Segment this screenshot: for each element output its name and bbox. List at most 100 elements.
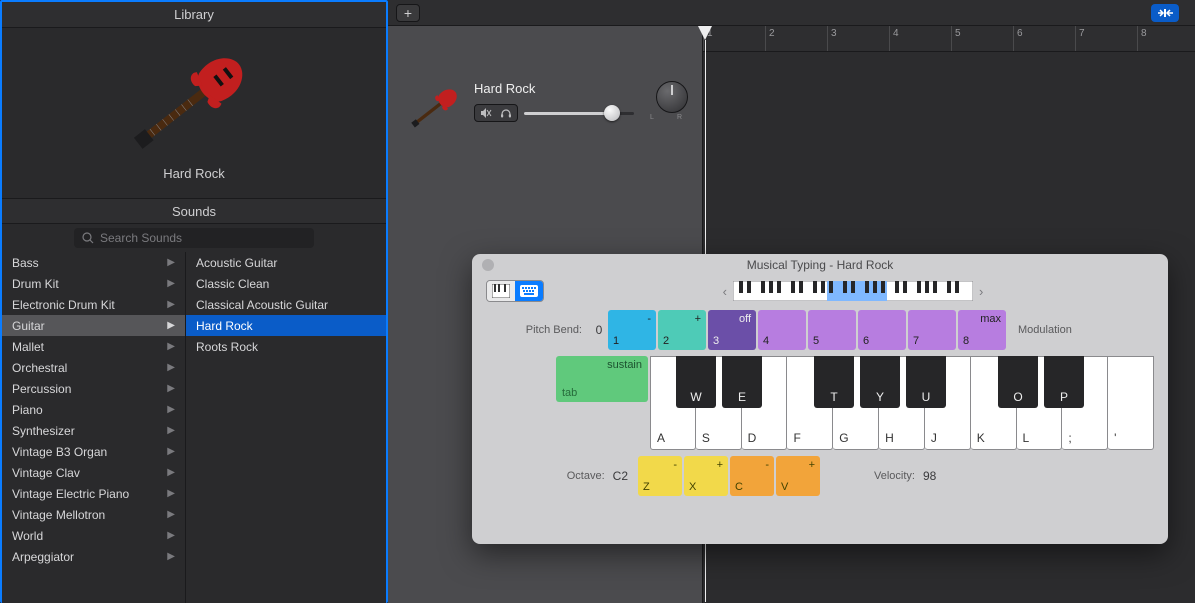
fn-key-c[interactable]: -C — [730, 456, 774, 496]
preset-item[interactable]: Hard Rock — [186, 315, 386, 336]
fn-key-x[interactable]: +X — [684, 456, 728, 496]
black-key[interactable]: O — [998, 356, 1038, 408]
region-filter-button[interactable] — [1151, 4, 1179, 22]
num-key-5[interactable]: 5 — [808, 310, 856, 350]
num-key-4[interactable]: 4 — [758, 310, 806, 350]
view-mode-segment[interactable] — [486, 280, 544, 302]
category-label: Orchestral — [12, 361, 67, 375]
num-key-2[interactable]: +2 — [658, 310, 706, 350]
search-icon — [82, 232, 94, 244]
category-item[interactable]: Piano▶ — [2, 399, 185, 420]
sounds-title: Sounds — [2, 198, 386, 224]
track-instrument-icon — [402, 72, 460, 130]
category-label: Percussion — [12, 382, 71, 396]
category-label: Drum Kit — [12, 277, 59, 291]
category-label: Synthesizer — [12, 424, 75, 438]
category-label: World — [12, 529, 43, 543]
modulation-label: Modulation — [1008, 310, 1088, 350]
pan-control[interactable]: LR — [650, 81, 688, 121]
pan-knob-icon — [656, 81, 688, 113]
black-key[interactable]: Y — [860, 356, 900, 408]
num-key-7[interactable]: 7 — [908, 310, 956, 350]
category-item[interactable]: Guitar▶ — [2, 315, 185, 336]
category-item[interactable]: World▶ — [2, 525, 185, 546]
chevron-right-icon: ▶ — [167, 383, 175, 394]
search-input[interactable]: Search Sounds — [74, 228, 314, 248]
playhead-icon[interactable] — [698, 26, 712, 40]
num-key-6[interactable]: 6 — [858, 310, 906, 350]
octave-label: Octave: — [567, 470, 605, 482]
close-button[interactable] — [482, 259, 494, 271]
category-item[interactable]: Mallet▶ — [2, 336, 185, 357]
black-key[interactable]: W — [676, 356, 716, 408]
timeline-ruler[interactable]: 12345678 — [703, 26, 1195, 52]
black-key[interactable]: T — [814, 356, 854, 408]
chevron-right-icon[interactable]: › — [979, 284, 983, 299]
chevron-left-icon[interactable]: ‹ — [723, 284, 727, 299]
musical-typing-titlebar[interactable]: Musical Typing - Hard Rock — [472, 254, 1168, 276]
black-key[interactable]: P — [1044, 356, 1084, 408]
category-item[interactable]: Electronic Drum Kit▶ — [2, 294, 185, 315]
fn-key-v[interactable]: +V — [776, 456, 820, 496]
ruler-tick: 8 — [1137, 26, 1147, 51]
musical-typing-title: Musical Typing - Hard Rock — [747, 258, 894, 272]
category-item[interactable]: Percussion ▶ — [2, 378, 185, 399]
library-panel: Library — [0, 0, 388, 603]
piano-icon — [492, 284, 510, 298]
velocity-label: Velocity: — [874, 470, 915, 482]
fn-key-z[interactable]: -Z — [638, 456, 682, 496]
category-item[interactable]: Vintage Clav▶ — [2, 462, 185, 483]
preset-item[interactable]: Classical Acoustic Guitar — [186, 294, 386, 315]
ruler-tick: 7 — [1075, 26, 1085, 51]
velocity-value: 98 — [923, 469, 936, 483]
catch-icon — [1156, 7, 1174, 19]
num-key-8[interactable]: max8 — [958, 310, 1006, 350]
category-item[interactable]: Vintage Mellotron ▶ — [2, 504, 185, 525]
category-label: Vintage Mellotron — [12, 508, 105, 522]
pitch-bend-zero: 0 — [592, 310, 606, 350]
chevron-right-icon: ▶ — [167, 320, 175, 331]
chevron-right-icon: ▶ — [167, 551, 175, 562]
category-item[interactable]: Orchestral▶ — [2, 357, 185, 378]
category-label: Bass — [12, 256, 39, 270]
ruler-tick: 3 — [827, 26, 837, 51]
chevron-right-icon: ▶ — [167, 278, 175, 289]
preset-item[interactable]: Acoustic Guitar — [186, 252, 386, 273]
keyboard-view-button[interactable] — [515, 281, 543, 301]
category-item[interactable]: Vintage B3 Organ▶ — [2, 441, 185, 462]
chevron-right-icon: ▶ — [167, 509, 175, 520]
sustain-key[interactable]: sustain tab — [556, 356, 648, 402]
typing-piano: ASDFGHJKL;'WETYUOP — [650, 356, 1154, 450]
black-key[interactable]: U — [906, 356, 946, 408]
piano-view-button[interactable] — [487, 281, 515, 301]
volume-slider[interactable] — [524, 108, 634, 118]
category-item[interactable]: Drum Kit ▶ — [2, 273, 185, 294]
chevron-right-icon: ▶ — [167, 341, 175, 352]
preset-item[interactable]: Classic Clean — [186, 273, 386, 294]
num-key-3[interactable]: off3 — [708, 310, 756, 350]
mute-solo-toggle[interactable] — [474, 104, 518, 122]
black-key[interactable]: E — [722, 356, 762, 408]
track-row[interactable]: Hard Rock — [388, 26, 702, 176]
octave-value: C2 — [613, 469, 628, 483]
num-key-1[interactable]: -1 — [608, 310, 656, 350]
ruler-tick: 2 — [765, 26, 775, 51]
ruler-tick: 5 — [951, 26, 961, 51]
chevron-right-icon: ▶ — [167, 467, 175, 478]
mute-icon — [479, 106, 493, 120]
keyboard-icon — [520, 285, 538, 297]
library-title: Library — [2, 2, 386, 28]
add-track-button[interactable]: + — [396, 4, 420, 22]
category-item[interactable]: Vintage Electric Piano▶ — [2, 483, 185, 504]
chevron-right-icon: ▶ — [167, 488, 175, 499]
category-item[interactable]: Bass▶ — [2, 252, 185, 273]
category-label: Vintage B3 Organ — [12, 445, 107, 459]
white-key[interactable]: ' — [1108, 356, 1154, 450]
category-label: Arpeggiator — [12, 550, 74, 564]
mini-keyboard-nav[interactable]: ‹ › — [723, 281, 984, 301]
sound-browser: Bass▶Drum Kit▶Electronic Drum Kit▶Guitar… — [2, 252, 386, 603]
category-item[interactable]: Synthesizer▶ — [2, 420, 185, 441]
preset-item[interactable]: Roots Rock — [186, 336, 386, 357]
category-item[interactable]: Arpeggiator ▶ — [2, 546, 185, 567]
search-placeholder: Search Sounds — [100, 231, 182, 245]
